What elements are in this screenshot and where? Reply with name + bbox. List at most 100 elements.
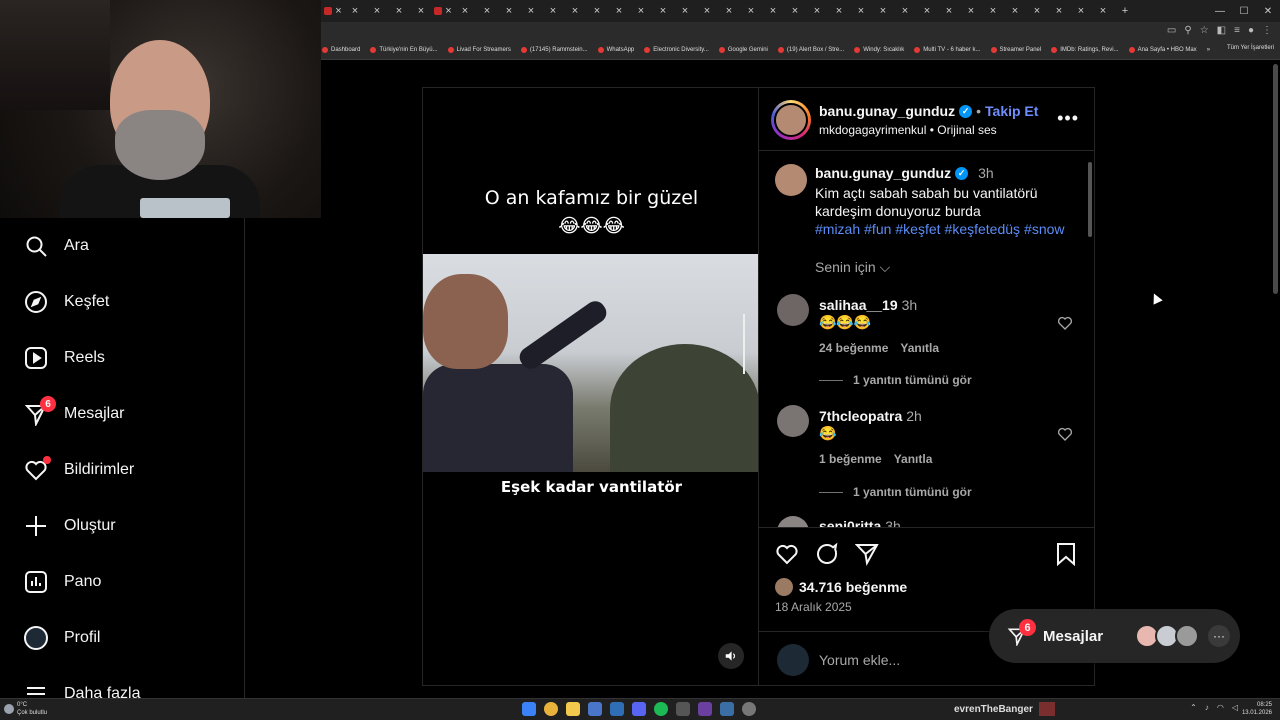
volume-icon[interactable]: ◁ (1232, 703, 1238, 712)
minimize-icon[interactable]: — (1208, 0, 1232, 22)
bookmark-item[interactable]: Google Gemini (718, 46, 768, 53)
browser-tab[interactable]: × (476, 1, 498, 21)
messages-pill[interactable]: 6 Mesajlar ··· (989, 609, 1240, 663)
likes-count[interactable]: 34.716 beğenme (775, 578, 907, 596)
hashtag-link[interactable]: #keşfetedüş (945, 221, 1021, 237)
bookmark-item[interactable]: (17145) Rammstein... (520, 46, 588, 53)
browser-tab[interactable]: × (564, 1, 586, 21)
browser-tab[interactable]: × (696, 1, 718, 21)
new-tab-button[interactable]: + (1114, 1, 1136, 21)
browser-tab[interactable]: × (938, 1, 960, 21)
view-replies-button[interactable]: 1 yanıtın tümünü gör (819, 485, 972, 499)
bookmark-item[interactable]: Windy: Sıcaklık (854, 46, 904, 53)
bookmark-item[interactable]: Livad For Streamers (447, 46, 511, 53)
comment-avatar[interactable] (777, 405, 809, 437)
media-icon[interactable]: ≡ (1234, 25, 1240, 36)
steam-icon[interactable] (610, 702, 624, 716)
browser-tab[interactable]: × (410, 1, 432, 21)
caption-avatar[interactable] (775, 164, 807, 196)
comment-username[interactable]: seni0ritta (819, 518, 881, 527)
comment-bubble-icon[interactable] (815, 542, 839, 566)
bookmark-item[interactable]: Electronic Diversity... (644, 46, 709, 53)
browser-tab[interactable]: × (1026, 1, 1048, 21)
comment-likes[interactable]: 24 beğenme (819, 341, 888, 355)
author-username[interactable]: banu.gunay_gunduz (819, 103, 955, 119)
browser-tab[interactable]: × (916, 1, 938, 21)
profile-icon[interactable]: ● (1248, 25, 1254, 36)
app-icon[interactable] (676, 702, 690, 716)
browser-tab[interactable]: × (784, 1, 806, 21)
sidebar-item-explore[interactable]: Keşfet (24, 287, 109, 317)
follow-button[interactable]: Takip Et (985, 103, 1038, 119)
browser-tab[interactable]: × (366, 1, 388, 21)
comments-list[interactable]: banu.gunay_gunduz ✓ 3h Kim açtı sabah sa… (759, 152, 1095, 527)
browser-tab[interactable]: × (740, 1, 762, 21)
view-replies-button[interactable]: 1 yanıtın tümünü gör (819, 373, 972, 387)
discord-icon[interactable] (632, 702, 646, 716)
browser-tab[interactable]: × (520, 1, 542, 21)
comment-likes[interactable]: 1 beğenme (819, 452, 882, 466)
sidebar-item-messages[interactable]: 6 Mesajlar (24, 396, 124, 429)
hashtag-link[interactable]: #keşfet (895, 221, 940, 237)
browser-tab[interactable]: × (894, 1, 916, 21)
sidebar-item-profile[interactable]: Profil (24, 623, 100, 653)
page-scrollbar[interactable] (1273, 64, 1278, 294)
author-avatar[interactable] (771, 100, 811, 140)
bookmark-item[interactable]: (19) Alert Box / Stre... (777, 46, 844, 53)
sidebar-item-dashboard[interactable]: Pano (24, 567, 101, 597)
browser-tab[interactable]: × (322, 1, 344, 21)
share-icon[interactable] (855, 542, 879, 566)
more-options-button[interactable]: ••• (1057, 108, 1079, 129)
bookmark-item[interactable]: IMDb: Ratings, Revi... (1051, 46, 1119, 53)
star-icon[interactable]: ☆ (1200, 25, 1209, 36)
extensions-icon[interactable]: ◧ (1217, 25, 1226, 36)
weather-widget[interactable]: 0°C Çok bulutlu (4, 701, 47, 717)
browser-tab[interactable]: × (652, 1, 674, 21)
windows-start-icon[interactable] (522, 702, 536, 716)
browser-tab[interactable]: × (828, 1, 850, 21)
bookmarks-overflow-button[interactable]: » (1207, 47, 1210, 53)
wifi-icon[interactable]: ◠ (1217, 703, 1224, 712)
comment-input[interactable]: Yorum ekle... (819, 652, 900, 668)
bookmark-item[interactable]: Dashboard (322, 46, 360, 53)
hashtag-link[interactable]: #fun (864, 221, 891, 237)
browser-tab[interactable]: × (608, 1, 630, 21)
like-heart-icon[interactable] (775, 542, 799, 566)
browser-tab[interactable]: × (872, 1, 894, 21)
sidebar-item-create[interactable]: Oluştur (24, 511, 116, 541)
browser-tab[interactable]: × (1070, 1, 1092, 21)
reply-button[interactable]: Yanıtla (894, 452, 933, 466)
browser-tab[interactable]: × (850, 1, 872, 21)
browser-tab[interactable]: × (982, 1, 1004, 21)
close-icon[interactable]: ✕ (1256, 0, 1280, 22)
mic-icon[interactable]: ♪ (1205, 703, 1209, 712)
bookmark-icon[interactable] (1055, 542, 1077, 566)
zoom-icon[interactable]: ⚲ (1184, 25, 1191, 36)
browser-tab[interactable]: × (542, 1, 564, 21)
browser-tab[interactable]: × (1092, 1, 1114, 21)
browser-tab[interactable]: × (806, 1, 828, 21)
kebab-menu-icon[interactable]: ⋮ (1262, 25, 1272, 36)
comment-sort-dropdown[interactable]: Senin için ⌵ (815, 259, 890, 276)
comment-username[interactable]: 7thcleopatra (819, 408, 902, 424)
all-bookmarks-link[interactable]: Tüm Yer İşaretleri (1227, 45, 1274, 51)
chrome-icon[interactable] (544, 702, 558, 716)
bookmark-item[interactable]: Ana Sayfa • HBO Max (1128, 46, 1197, 53)
bookmark-item[interactable]: Multi TV - 6 haber k... (914, 46, 981, 53)
volume-button[interactable] (718, 643, 744, 669)
caption-username[interactable]: banu.gunay_gunduz (815, 165, 951, 181)
comment-like-heart-icon[interactable] (1057, 426, 1073, 442)
bookmark-item[interactable]: WhatsApp (597, 46, 634, 53)
cast-icon[interactable]: ▭ (1167, 25, 1176, 36)
app-icon[interactable] (720, 702, 734, 716)
hashtag-link[interactable]: #mizah (815, 221, 860, 237)
comment-avatar[interactable] (777, 516, 809, 527)
chevron-up-icon[interactable]: ⌃ (1190, 703, 1197, 712)
browser-tab[interactable]: × (1048, 1, 1070, 21)
browser-tab[interactable]: × (344, 1, 366, 21)
audio-label[interactable]: Orijinal ses (937, 123, 996, 137)
browser-tab[interactable]: × (960, 1, 982, 21)
bookmark-item[interactable]: Türkiye'nin En Büyü... (370, 46, 438, 53)
browser-tab[interactable]: × (454, 1, 476, 21)
app-icon[interactable] (742, 702, 756, 716)
